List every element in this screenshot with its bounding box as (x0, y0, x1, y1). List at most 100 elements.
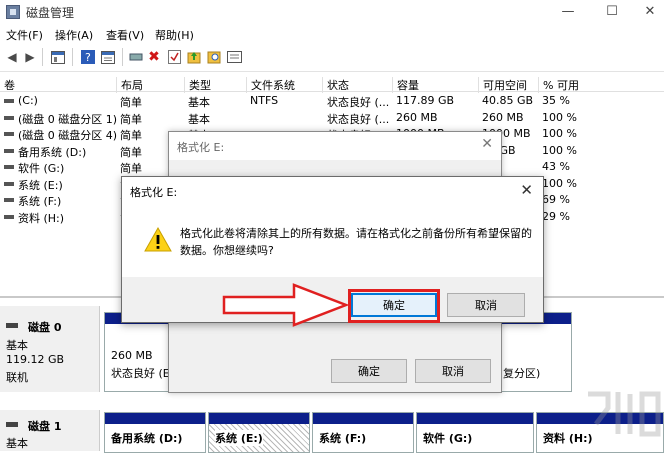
column-filesystem[interactable]: 文件系统 (246, 77, 295, 93)
partition-size: 260 MB (111, 349, 153, 362)
partition-disk0-recovery[interactable]: 复分区) (500, 312, 572, 392)
menu-bar: 文件(F) 操作(A) 查看(V) 帮助(H) (0, 24, 664, 44)
volume-icon (4, 214, 14, 219)
table-cell: 100 % (542, 143, 577, 157)
table-cell: 简单 (120, 145, 142, 159)
dialog-title-bar: 格式化 E: ✕ (169, 132, 501, 160)
disk-0-label[interactable]: 磁盘 0 基本 119.12 GB 联机 (0, 306, 100, 392)
menu-file[interactable]: 文件(F) (6, 27, 43, 43)
close-button[interactable]: ✕ (630, 0, 664, 22)
table-cell: 资料 (H:) (18, 211, 65, 225)
volume-icon (4, 198, 14, 202)
ok-button[interactable]: 确定 (331, 359, 407, 383)
table-cell: 状态良好 (... (327, 96, 390, 109)
volume-icon (4, 148, 14, 153)
minimize-button[interactable]: — (548, 0, 588, 22)
menu-action[interactable]: 操作(A) (55, 27, 93, 43)
partition-disk0-efi[interactable]: 260 MB 状态良好 (E (104, 312, 170, 392)
volume-icon (4, 115, 14, 120)
svg-text:?: ? (85, 51, 91, 64)
forward-icon[interactable]: ▶ (22, 49, 38, 65)
table-cell: 状态良好 (... (327, 112, 390, 126)
column-type[interactable]: 类型 (184, 77, 211, 93)
table-cell: 系统 (F:) (18, 195, 62, 208)
cancel-button[interactable]: 取消 (415, 359, 491, 383)
disk-icon (6, 323, 18, 328)
table-cell: 简单 (120, 96, 142, 109)
partition-label: 系统 (F:) (319, 432, 367, 445)
column-free-space[interactable]: 可用空间 (478, 77, 527, 93)
table-cell: 100 % (542, 110, 577, 124)
table-cell: 简单 (120, 112, 142, 126)
table-cell: 软件 (G:) (18, 162, 65, 175)
volume-icon (4, 181, 14, 186)
partition-disk1-g[interactable]: 软件 (G:) (416, 412, 534, 453)
partition-label: 软件 (G:) (423, 432, 473, 445)
toolbar: ◀ ▶ ? ✖ (0, 44, 664, 72)
column-layout[interactable]: 布局 (116, 77, 143, 93)
table-cell: (磁盘 0 磁盘分区 1) (18, 112, 118, 126)
table-cell: 29 % (542, 209, 570, 223)
column-percent-free[interactable]: % 可用 (538, 77, 579, 93)
volume-table-header: 卷 布局 类型 文件系统 状态 容量 可用空间 % 可用 (0, 74, 664, 93)
table-cell: (C:) (18, 94, 38, 107)
table-row[interactable]: (C:) 简单 基本 NTFS 状态良好 (... 117.89 GB 40.85 GB 35… (0, 93, 664, 109)
maximize-button[interactable]: ☐ (592, 0, 632, 22)
check-icon[interactable] (166, 49, 182, 65)
disk-type: 基本 (6, 339, 28, 352)
table-cell: NTFS (250, 94, 279, 107)
properties-icon[interactable] (100, 49, 116, 65)
table-row[interactable]: (磁盘 0 磁盘分区 1) 简单 基本 状态良好 (... 260 MB 260 MB 10… (0, 110, 664, 126)
table-cell: 260 MB (482, 110, 524, 124)
help-icon[interactable]: ? (80, 49, 96, 65)
table-cell: 100 % (542, 176, 577, 190)
column-volume[interactable]: 卷 (0, 77, 15, 93)
partition-disk1-f[interactable]: 系统 (F:) (312, 412, 414, 453)
disk-status: 联机 (6, 371, 28, 384)
menu-help[interactable]: 帮助(H) (155, 27, 194, 43)
table-cell: 备用系统 (D:) (18, 145, 87, 159)
disk-size: 119.12 GB (6, 353, 65, 366)
close-icon[interactable]: ✕ (481, 136, 493, 152)
table-cell: 43 % (542, 160, 570, 173)
dialog-title: 格式化 E: (130, 186, 178, 199)
table-cell: (磁盘 0 磁盘分区 4) (18, 129, 118, 142)
annotation-arrow-icon (222, 283, 350, 327)
partition-status: 状态良好 (E (111, 367, 170, 380)
column-capacity[interactable]: 容量 (392, 77, 419, 93)
table-cell: 基本 (188, 96, 210, 109)
console-tree-icon[interactable] (50, 49, 66, 65)
disk-1-label[interactable]: 磁盘 1 基本 (0, 410, 100, 451)
table-cell: 简单 (120, 162, 142, 175)
table-cell: 40.85 GB (482, 94, 534, 107)
dialog-message-area: 格式化此卷将清除其上的所有数据。请在格式化之前备份所有希望保留的数据。你想继续吗… (122, 205, 543, 277)
back-icon[interactable]: ◀ (4, 49, 20, 65)
partition-label: 系统 (E:) (215, 430, 263, 446)
table-cell: 系统 (E:) (18, 178, 63, 192)
partition-status: 复分区) (503, 367, 541, 380)
close-icon[interactable]: ✕ (520, 181, 533, 199)
list-icon[interactable] (226, 49, 242, 65)
disk-icon (6, 422, 18, 427)
volume-icon (4, 165, 14, 169)
warning-icon (144, 226, 172, 255)
menu-view[interactable]: 查看(V) (106, 27, 144, 43)
dialog-message: 格式化此卷将清除其上的所有数据。请在格式化之前备份所有希望保留的数据。你想继续吗… (180, 227, 532, 257)
column-status[interactable]: 状态 (322, 77, 349, 93)
connect-icon[interactable] (128, 49, 144, 65)
delete-icon[interactable]: ✖ (146, 49, 162, 65)
disk-management-app-icon (6, 5, 20, 19)
partition-disk1-e-selected[interactable]: 系统 (E:) (208, 412, 310, 453)
title-bar: 磁盘管理 — ☐ ✕ (0, 0, 664, 24)
confirm-cancel-button[interactable]: 取消 (447, 293, 525, 317)
disk-name: 磁盘 1 (28, 420, 62, 433)
window-title: 磁盘管理 (26, 6, 75, 20)
search-icon[interactable] (206, 49, 222, 65)
folder-up-icon[interactable] (186, 49, 202, 65)
table-cell: 69 % (542, 193, 570, 206)
table-cell: 基本 (188, 112, 210, 126)
watermark-logo (588, 391, 661, 437)
dialog-title: 格式化 E: (177, 141, 225, 154)
partition-disk1-d[interactable]: 备用系统 (D:) (104, 412, 206, 453)
disk-name: 磁盘 0 (28, 321, 62, 334)
